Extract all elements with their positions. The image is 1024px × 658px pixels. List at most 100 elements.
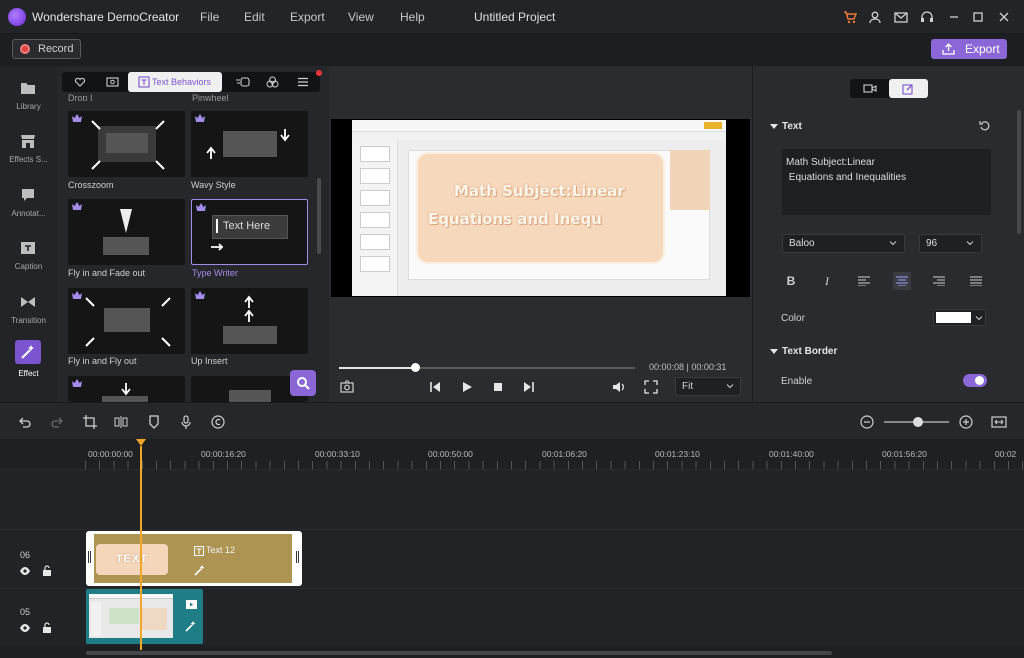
effect-thumb-crosszoom[interactable] [68, 111, 185, 177]
rail-label: Annotat... [11, 209, 46, 218]
text-content-input[interactable]: Math Subject:Linear Equations and Inequa… [782, 149, 991, 215]
fullscreen-icon[interactable] [644, 380, 658, 394]
playhead-handle[interactable] [136, 439, 146, 446]
tab-blend[interactable] [258, 72, 288, 92]
mail-icon[interactable] [893, 9, 909, 25]
timeline-scrollbar[interactable] [86, 651, 832, 655]
headset-icon[interactable] [919, 9, 935, 25]
rail-item-caption[interactable]: Caption [0, 234, 57, 284]
toggle-knob [975, 376, 984, 385]
align-left-button[interactable] [855, 272, 873, 290]
ruler-tick-label: 00:00:16:20 [201, 449, 246, 459]
text-clip-name: Text 12 [206, 545, 236, 555]
user-icon[interactable] [867, 9, 883, 25]
copyright-icon[interactable] [211, 415, 225, 429]
tab-favorites[interactable] [66, 72, 96, 92]
project-title: Untitled Project [474, 10, 556, 24]
playhead[interactable] [140, 446, 142, 650]
volume-icon[interactable] [612, 380, 626, 394]
zoom-out-icon[interactable] [860, 415, 874, 429]
menu-view[interactable]: View [348, 10, 374, 24]
menu-help[interactable]: Help [400, 10, 425, 24]
rail-item-library[interactable]: Library [0, 74, 57, 124]
rail-item-transition[interactable]: Transition [0, 288, 57, 338]
reset-icon[interactable] [979, 120, 991, 132]
split-icon[interactable] [114, 415, 128, 429]
ruler-tick-label: 00:01:06:20 [542, 449, 587, 459]
previous-frame-icon[interactable] [428, 380, 442, 394]
rail-item-annotation[interactable]: Annotat... [0, 181, 57, 231]
font-family-select[interactable]: Baloo [782, 234, 905, 253]
align-right-button[interactable] [930, 272, 948, 290]
progress-knob[interactable] [411, 363, 420, 372]
redo-icon[interactable] [50, 415, 64, 429]
unlock-icon[interactable] [42, 565, 54, 576]
clip-left-handle[interactable] [88, 551, 91, 563]
zoom-slider-knob[interactable] [913, 417, 923, 427]
collapse-arrow-icon[interactable] [770, 123, 778, 131]
tab-image-effects[interactable] [98, 72, 128, 92]
close-icon[interactable] [996, 9, 1012, 25]
search-button[interactable] [290, 370, 316, 396]
bold-button[interactable]: B [782, 272, 800, 290]
effect-thumb-wavy-style[interactable] [191, 111, 308, 177]
snapshot-icon[interactable] [340, 380, 354, 394]
align-center-button[interactable] [893, 272, 911, 290]
fit-timeline-icon[interactable] [991, 415, 1007, 429]
rail-item-effect[interactable]: Effect [0, 338, 57, 388]
justify-button[interactable] [967, 272, 985, 290]
record-label: Record [38, 43, 74, 55]
eye-icon[interactable] [19, 623, 31, 633]
video-clip[interactable] [86, 589, 203, 644]
zoom-fit-select[interactable]: Fit [675, 377, 741, 396]
properties-scrollbar[interactable] [1017, 110, 1021, 234]
rail-label: Transition [11, 316, 46, 325]
crown-icon [72, 202, 82, 210]
ruler-tick-label: 00:01:23:10 [655, 449, 700, 459]
italic-button[interactable]: I [818, 272, 836, 290]
effect-thumb-partial[interactable] [68, 376, 185, 402]
menu-export[interactable]: Export [290, 10, 325, 24]
color-picker[interactable] [933, 309, 986, 326]
cart-icon[interactable] [842, 9, 858, 25]
tab-text-behaviors[interactable]: Text Behaviors [128, 72, 222, 92]
stop-icon[interactable] [491, 380, 505, 394]
effect-thumb-type-writer[interactable]: Text Here [191, 199, 308, 265]
tab-motion[interactable] [228, 72, 258, 92]
edit-mode-tab[interactable] [889, 79, 928, 98]
microphone-icon[interactable] [179, 415, 193, 429]
font-size-select[interactable]: 96 [919, 234, 982, 253]
collapse-arrow-icon[interactable] [770, 348, 778, 356]
rail-item-effects-store[interactable]: Effects S... [0, 127, 57, 177]
menu-edit[interactable]: Edit [244, 10, 265, 24]
undo-icon[interactable] [18, 415, 32, 429]
record-button[interactable]: Record [12, 39, 81, 59]
notification-dot [316, 70, 322, 76]
effect-thumb-up-insert[interactable] [191, 288, 308, 354]
play-icon[interactable] [460, 380, 474, 394]
video-mode-tab[interactable] [850, 79, 889, 98]
next-frame-icon[interactable] [522, 380, 536, 394]
clip-right-handle[interactable] [296, 551, 299, 563]
effects-scrollbar[interactable] [317, 178, 321, 254]
eye-icon[interactable] [19, 566, 31, 576]
tab-menu[interactable] [288, 72, 318, 92]
effect-thumb-fly-in-fly-out[interactable] [68, 288, 185, 354]
ruler-ticks [85, 461, 1024, 469]
export-button[interactable]: Export [931, 39, 1007, 59]
effect-label: Type Writer [192, 268, 238, 278]
minimize-icon[interactable] [946, 9, 962, 25]
maximize-icon[interactable] [970, 9, 986, 25]
unlock-icon[interactable] [42, 622, 54, 633]
typewriter-sample-text: Text Here [223, 220, 271, 232]
marker-icon[interactable] [147, 415, 161, 429]
text-section-heading: Text [782, 121, 802, 132]
menu-file[interactable]: File [200, 10, 219, 24]
border-enable-toggle[interactable] [963, 374, 987, 387]
crop-icon[interactable] [83, 415, 97, 429]
video-clip-thumbnail [89, 594, 173, 638]
effect-thumb-fly-in-fade-out[interactable] [68, 199, 185, 265]
text-overlay-card[interactable]: Math Subject:Linear Equations and Inequ [418, 154, 663, 262]
text-clip[interactable]: TEXT Text 12 [86, 531, 302, 586]
zoom-in-icon[interactable] [959, 415, 973, 429]
